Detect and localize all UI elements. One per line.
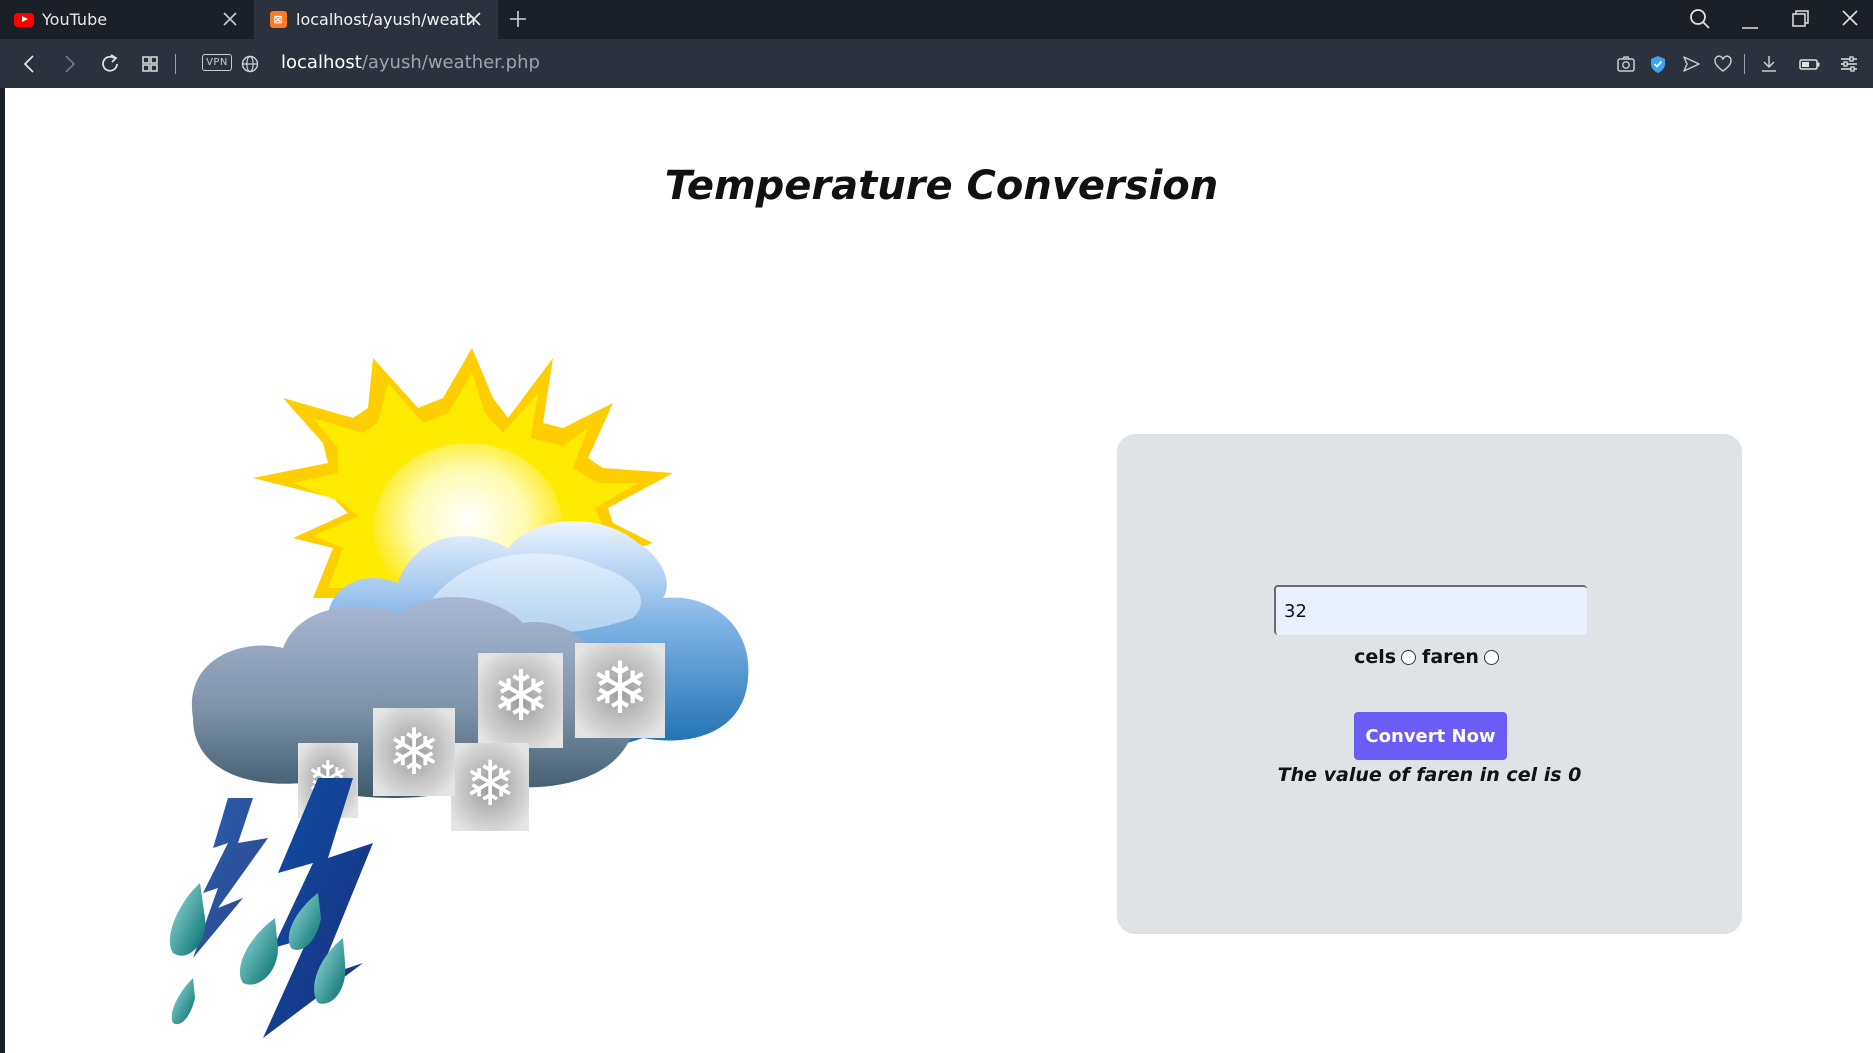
svg-text:❄: ❄ — [464, 747, 516, 820]
youtube-icon — [14, 12, 34, 28]
convert-button[interactable]: Convert Now — [1354, 712, 1507, 760]
unit-options: cels faren — [1117, 646, 1742, 668]
tab-weather[interactable]: ⊠ localhost/ayush/weather.php — [254, 0, 498, 39]
divider — [175, 54, 176, 74]
divider — [1744, 54, 1745, 74]
search-icon[interactable] — [1683, 4, 1717, 34]
tab-youtube[interactable]: YouTube — [0, 0, 254, 39]
restore-icon[interactable] — [1783, 4, 1817, 34]
svg-text:❄: ❄ — [590, 646, 650, 730]
weather-illustration: ❄ ❄ ❄ ❄ ❄ — [169, 348, 749, 1038]
temperature-input[interactable] — [1274, 585, 1587, 635]
close-icon[interactable] — [464, 9, 484, 29]
url-host: localhost — [281, 52, 362, 73]
easy-setup-icon[interactable] — [1836, 51, 1862, 77]
minimize-icon[interactable] — [1733, 4, 1767, 34]
speed-dial-icon[interactable] — [137, 51, 163, 77]
close-icon[interactable] — [220, 9, 240, 29]
xampp-icon: ⊠ — [268, 11, 288, 28]
close-window-icon[interactable] — [1833, 4, 1867, 34]
download-icon[interactable] — [1756, 51, 1782, 77]
conversion-card: cels faren Convert Now The value of fare… — [1117, 434, 1742, 934]
send-icon[interactable] — [1678, 51, 1704, 77]
shield-icon[interactable] — [1645, 51, 1671, 77]
forward-icon[interactable] — [56, 51, 82, 77]
address-bar[interactable]: localhost/ayush/weather.php — [281, 52, 540, 73]
tab-title: YouTube — [42, 10, 108, 29]
radio-label-faren: faren — [1422, 646, 1479, 668]
globe-icon[interactable] — [237, 51, 263, 77]
radio-label-cels: cels — [1354, 646, 1397, 668]
address-toolbar: VPN localhost/ayush/weather.php — [0, 39, 1873, 88]
result-text: The value of faren in cel is 0 — [1277, 764, 1582, 786]
new-tab-icon[interactable] — [505, 6, 531, 32]
camera-icon[interactable] — [1613, 51, 1639, 77]
page-content: Temperature Conversion ❄ ❄ ❄ ❄ 32 cels f… — [0, 88, 1873, 1053]
reload-icon[interactable] — [97, 51, 123, 77]
tab-title: localhost/ayush/weather.php — [296, 10, 476, 29]
page-title: Temperature Conversion — [664, 163, 1219, 209]
url-path: /ayush/weather.php — [361, 52, 540, 73]
svg-text:❄: ❄ — [387, 716, 441, 790]
radio-faren[interactable] — [1483, 649, 1499, 665]
vpn-badge[interactable]: VPN — [202, 54, 232, 71]
heart-icon[interactable] — [1710, 51, 1736, 77]
svg-text:❄: ❄ — [492, 655, 551, 737]
battery-icon[interactable] — [1796, 51, 1822, 77]
tab-bar: YouTube ⊠ localhost/ayush/weather.php — [0, 0, 1873, 39]
radio-cels[interactable] — [1401, 649, 1417, 665]
back-icon[interactable] — [17, 51, 43, 77]
